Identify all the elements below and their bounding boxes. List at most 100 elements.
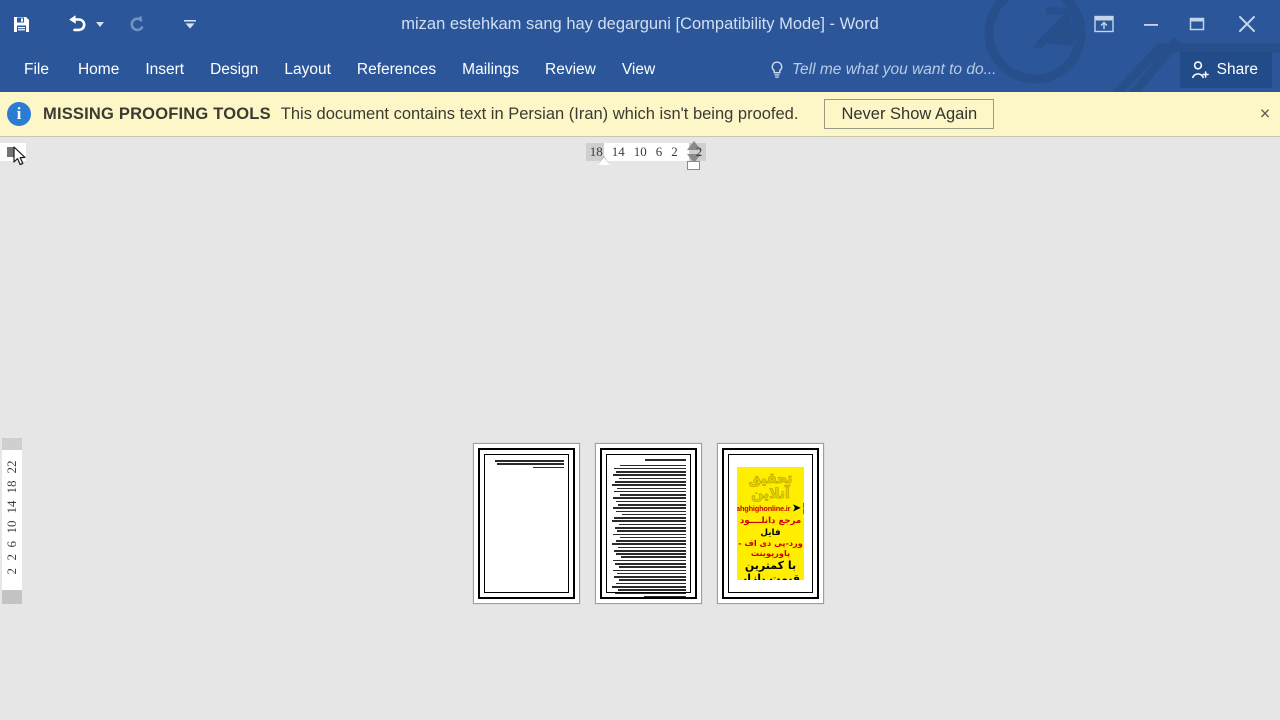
share-button[interactable]: Share — [1179, 52, 1272, 88]
customize-quick-access-toolbar-button[interactable] — [182, 9, 198, 39]
close-notification-button[interactable]: × — [1254, 104, 1276, 125]
text-line — [614, 467, 686, 470]
vertical-ruler-top-margin — [2, 438, 22, 450]
hruler-tick: 14 — [611, 144, 625, 159]
tell-me-search[interactable]: Tell me what you want to do... — [770, 48, 996, 92]
hruler-tick: 6 — [655, 144, 663, 159]
horizontal-ruler[interactable]: 18 14 10 6 2 2 — [586, 143, 706, 161]
tab-view[interactable]: View — [609, 48, 668, 92]
ribbon-display-options-button[interactable] — [1080, 4, 1128, 44]
advertisement-block: تحقیق آنلاین Tahghighonline.ir ➤ مرجع دا… — [737, 467, 804, 580]
text-line — [621, 513, 686, 516]
lightbulb-icon — [770, 61, 784, 79]
text-line — [613, 569, 686, 572]
minimize-icon — [1144, 24, 1158, 26]
file-type-chips — [802, 503, 804, 515]
tab-layout[interactable]: Layout — [271, 48, 344, 92]
info-icon: i — [7, 102, 31, 126]
tab-references[interactable]: References — [344, 48, 449, 92]
text-line — [496, 463, 564, 465]
text-line — [617, 530, 686, 532]
text-line — [614, 490, 686, 493]
text-line — [620, 494, 686, 496]
text-line — [614, 526, 686, 529]
powerpoint-chip-icon — [802, 503, 804, 509]
quick-access-toolbar — [0, 0, 198, 48]
never-show-again-button[interactable]: Never Show Again — [824, 98, 995, 130]
text-line — [614, 517, 686, 519]
text-line — [616, 471, 686, 473]
ad-line-2: فایل — [760, 528, 781, 539]
page-1-text — [489, 460, 564, 470]
share-label: Share — [1216, 61, 1258, 78]
tab-insert[interactable]: Insert — [132, 48, 197, 92]
tab-home[interactable]: Home — [65, 48, 132, 92]
text-line — [613, 533, 686, 536]
chevron-down-icon — [184, 19, 196, 29]
close-button[interactable] — [1220, 4, 1274, 44]
tab-mailings[interactable]: Mailings — [449, 48, 532, 92]
left-indent-marker[interactable] — [687, 161, 700, 170]
page-2-border-frame — [600, 448, 697, 599]
text-line — [618, 566, 686, 568]
hruler-tick: 18 — [589, 144, 603, 159]
ribbon-display-options-icon — [1094, 15, 1114, 33]
text-line — [611, 586, 686, 588]
page-thumbnail-1[interactable] — [473, 443, 580, 604]
share-person-icon — [1190, 60, 1210, 80]
text-line — [620, 464, 686, 467]
text-line — [644, 595, 686, 598]
ad-line-4: با کمترین قیمت بازار — [740, 559, 801, 580]
vertical-ruler[interactable]: 2 2 6 10 14 18 22 — [2, 438, 22, 598]
tell-me-placeholder-text: Tell me what you want to do... — [792, 61, 997, 78]
tab-review[interactable]: Review — [532, 48, 609, 92]
text-line — [613, 474, 686, 477]
maximize-button[interactable] — [1174, 4, 1220, 44]
hruler-tick: 2 — [671, 144, 678, 159]
vruler-tick: 6 — [4, 541, 19, 548]
page-thumbnail-2[interactable] — [595, 443, 702, 604]
vruler-tick: 18 — [4, 481, 19, 495]
page-2-inner-frame — [606, 454, 691, 598]
missing-proofing-tools-bar: i MISSING PROOFING TOOLS This document c… — [0, 92, 1280, 137]
text-line — [617, 503, 686, 506]
page-2-text — [611, 459, 686, 599]
text-line — [615, 500, 686, 503]
undo-button[interactable] — [62, 9, 92, 39]
text-line — [495, 460, 564, 462]
text-line — [615, 540, 686, 542]
ad-website-url: Tahghighonline.ir — [737, 504, 791, 514]
undo-icon — [69, 15, 86, 32]
page-thumbnail-3[interactable]: تحقیق آنلاین Tahghighonline.ir ➤ مرجع دا… — [717, 443, 824, 604]
mouse-cursor — [13, 146, 26, 166]
save-button[interactable] — [6, 9, 36, 39]
ad-line-1: مرجع دانلــــود — [739, 516, 802, 527]
text-line — [614, 592, 686, 595]
text-line — [617, 487, 686, 490]
text-line — [612, 559, 686, 562]
horizontal-ruler-ticks: 18 14 10 6 2 2 — [590, 144, 703, 160]
undo-dropdown-button[interactable] — [92, 9, 108, 39]
ribbon-tab-bar: File Home Insert Design Layout Reference… — [0, 48, 1280, 92]
notification-message: This document contains text in Persian (… — [280, 104, 799, 123]
redo-button[interactable] — [122, 9, 152, 39]
close-icon — [1239, 16, 1255, 32]
text-line — [614, 563, 686, 565]
text-line — [617, 546, 686, 549]
text-line — [617, 572, 686, 575]
minimize-button[interactable] — [1128, 4, 1174, 44]
save-icon — [13, 16, 29, 32]
hruler-tick: 10 — [633, 144, 647, 159]
hruler-tick: 2 — [695, 144, 703, 159]
text-heading-line — [644, 459, 686, 461]
tab-design[interactable]: Design — [197, 48, 271, 92]
text-line — [612, 507, 686, 509]
vruler-tick: 2 — [4, 554, 19, 562]
ad-url-row: Tahghighonline.ir ➤ — [737, 502, 804, 515]
document-page-area[interactable]: تحقیق آنلاین Tahghighonline.ir ➤ مرجع دا… — [470, 443, 830, 608]
vruler-tick: 22 — [4, 461, 19, 475]
arrow-left-icon: ➤ — [792, 502, 801, 514]
text-line — [611, 484, 686, 486]
text-line — [616, 510, 686, 513]
tab-file[interactable]: File — [0, 48, 65, 92]
